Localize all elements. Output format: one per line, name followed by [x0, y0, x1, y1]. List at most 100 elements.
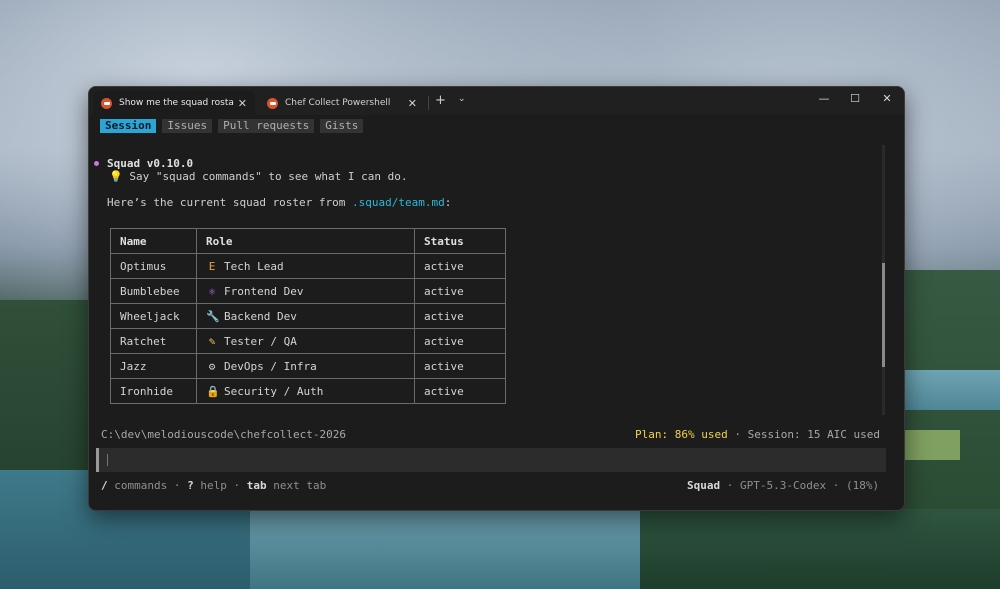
- cell-status: active: [414, 328, 506, 354]
- cell-name: Ironhide: [110, 378, 197, 404]
- close-icon[interactable]: ✕: [408, 97, 417, 110]
- team-file-link[interactable]: .squad/team.md: [352, 196, 445, 209]
- maximize-button[interactable]: ☐: [845, 92, 865, 105]
- background-field: [900, 430, 960, 460]
- keyboard-hints: / commands · ? help · tab next tab: [101, 479, 326, 492]
- tab-squad-rosta[interactable]: Show me the squad rosta ✕: [93, 91, 255, 115]
- pencil-icon: ✎: [208, 334, 216, 348]
- separator: ·: [167, 479, 188, 492]
- separator: ·: [826, 479, 846, 492]
- role-label: Tester / QA: [224, 334, 297, 348]
- terminal-content: Session Issues Pull requests Gists Squad…: [89, 115, 904, 510]
- gear-icon: ⚙: [208, 359, 216, 373]
- separator: ·: [226, 479, 247, 492]
- cell-name: Optimus: [110, 253, 197, 279]
- cell-role: ⚛ Frontend Dev: [196, 278, 415, 304]
- tab-pull-requests[interactable]: Pull requests: [218, 119, 315, 133]
- table-row: Jazz ⚙ DevOps / Infra active: [110, 353, 506, 379]
- intro-text: Here’s the current squad roster from: [107, 196, 353, 209]
- bulb-icon: 💡: [109, 170, 123, 183]
- roster-table: Name Role Status Optimus E Tech Lead active…: [110, 228, 508, 415]
- agent-label: Squad: [687, 479, 721, 492]
- table-row: Wheeljack 🔧 Backend Dev active: [110, 303, 506, 329]
- role-label: Backend Dev: [224, 309, 297, 323]
- tip-message: 💡 Say "squad commands" to see what I can…: [109, 170, 407, 183]
- working-directory: C:\dev\melodiouscode\chefcollect-2026: [101, 428, 347, 441]
- hint-help: help: [193, 479, 227, 492]
- cell-status: active: [414, 378, 506, 404]
- hint-commands: commands: [107, 479, 168, 492]
- new-tab-button[interactable]: +: [435, 93, 446, 108]
- hint-next-tab: next tab: [266, 479, 327, 492]
- model-info: Squad · GPT-5.3-Codex · (18%): [687, 479, 879, 492]
- terminal-profile-icon: [267, 97, 278, 109]
- cell-role: E Tech Lead: [196, 253, 415, 279]
- scrollbar[interactable]: [882, 145, 885, 415]
- model-name: GPT-5.3-Codex: [740, 479, 827, 492]
- tab-key: tab: [246, 479, 267, 492]
- wrench-icon: 🔧: [206, 309, 220, 323]
- background-lake: [250, 509, 670, 589]
- role-label: DevOps / Infra: [224, 359, 317, 373]
- cell-name: Bumblebee: [110, 278, 197, 304]
- tab-issues[interactable]: Issues: [162, 119, 213, 133]
- role-label: Tech Lead: [224, 259, 284, 273]
- tab-session[interactable]: Session: [100, 119, 157, 133]
- table-row: Ironhide 🔒 Security / Auth active: [110, 378, 506, 404]
- context-usage: (18%): [845, 479, 880, 492]
- tab-chef-collect-powershell[interactable]: Chef Collect Powershell ✕: [259, 91, 425, 115]
- plan-usage: Plan: 86% used: [635, 428, 728, 441]
- view-tabs: Session Issues Pull requests Gists: [100, 119, 364, 133]
- title-bar[interactable]: Show me the squad rosta ✕ Chef Collect P…: [89, 87, 904, 115]
- scrollbar-thumb[interactable]: [882, 263, 885, 367]
- cell-role: ✎ Tester / QA: [196, 328, 415, 354]
- cell-role: 🔒 Security / Auth: [196, 378, 415, 404]
- text-cursor: [107, 454, 108, 466]
- question-key: ?: [187, 479, 194, 492]
- cell-status: active: [414, 303, 506, 329]
- chevron-down-icon[interactable]: ⌄: [458, 94, 466, 104]
- cell-name: Jazz: [110, 353, 197, 379]
- terminal-window: Show me the squad rosta ✕ Chef Collect P…: [88, 86, 905, 511]
- tab-separator: [428, 96, 429, 110]
- agent-status-dot: [94, 161, 99, 166]
- cell-status: active: [414, 253, 506, 279]
- session-usage: Session: 15 AIC used: [747, 428, 881, 441]
- cell-name: Wheeljack: [110, 303, 197, 329]
- table-header-row: Name Role Status: [110, 228, 506, 254]
- tab-title: Chef Collect Powershell: [285, 98, 391, 108]
- separator: ·: [720, 479, 740, 492]
- background-shore: [640, 509, 1000, 589]
- intro-suffix: :: [444, 196, 452, 209]
- lock-icon: 🔒: [206, 384, 220, 398]
- agent-name: Squad v0.10.0: [107, 157, 194, 170]
- tab-gists[interactable]: Gists: [320, 119, 364, 133]
- column-header-name: Name: [110, 228, 197, 254]
- minimize-button[interactable]: —: [814, 92, 834, 105]
- prompt-input[interactable]: [96, 448, 886, 472]
- background-lake: [900, 370, 1000, 410]
- table-row: Ratchet ✎ Tester / QA active: [110, 328, 506, 354]
- tip-text: Say "squad commands" to see what I can d…: [122, 170, 408, 183]
- close-icon[interactable]: ✕: [238, 97, 247, 110]
- cell-role: ⚙ DevOps / Infra: [196, 353, 415, 379]
- cell-role: 🔧 Backend Dev: [196, 303, 415, 329]
- tab-title: Show me the squad rosta: [119, 98, 234, 108]
- cell-status: active: [414, 278, 506, 304]
- table-row: Optimus E Tech Lead active: [110, 253, 506, 279]
- lead-icon: E: [208, 259, 216, 273]
- cell-status: active: [414, 353, 506, 379]
- usage-status: Plan: 86% used · Session: 15 AIC used: [635, 428, 880, 441]
- react-icon: ⚛: [208, 284, 216, 298]
- slash-key: /: [101, 479, 108, 492]
- roster-intro: Here’s the current squad roster from .sq…: [107, 196, 451, 209]
- role-label: Frontend Dev: [224, 284, 304, 298]
- role-label: Security / Auth: [224, 384, 324, 398]
- table-row: Bumblebee ⚛ Frontend Dev active: [110, 278, 506, 304]
- column-header-status: Status: [414, 228, 506, 254]
- terminal-profile-icon: [101, 97, 112, 109]
- close-window-button[interactable]: ✕: [877, 92, 897, 105]
- column-header-role: Role: [196, 228, 415, 254]
- cell-name: Ratchet: [110, 328, 197, 354]
- separator: ·: [727, 428, 748, 441]
